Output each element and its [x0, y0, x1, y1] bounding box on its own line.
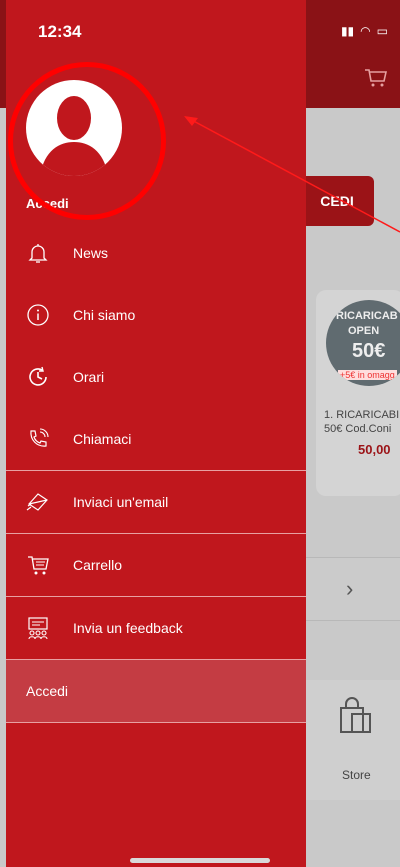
info-icon	[27, 304, 49, 326]
product-name: 1. RICARICABIL 50€ Cod.Coni	[324, 409, 400, 435]
menu-item-news[interactable]: News	[6, 222, 306, 284]
menu-item-chiamaci[interactable]: Chiamaci	[6, 408, 306, 470]
phone-icon	[30, 428, 49, 447]
promo-image: RICARICAB OPEN 50€ +5€ in omagg	[326, 300, 400, 386]
side-drawer: 12:34 Accedi News Chi siamo Orari Chiama…	[6, 0, 306, 867]
promo-amount: 50€	[352, 340, 386, 362]
menu-item-label: Chiamaci	[73, 431, 132, 447]
annotation-circle	[8, 62, 166, 220]
menu-item-label: Chi siamo	[73, 307, 136, 323]
menu-item-label: Inviaci un'email	[73, 494, 169, 510]
drawer-menu: News Chi siamo Orari Chiamaci Inviaci un…	[6, 222, 306, 723]
bg-list-row: ›	[306, 557, 400, 621]
cart-icon[interactable]	[364, 68, 388, 88]
menu-item-label: Orari	[73, 369, 105, 385]
cart-icon	[28, 556, 49, 575]
menu-item-label: News	[73, 245, 109, 261]
shopping-bag-icon	[340, 697, 371, 733]
status-time: 12:34	[38, 22, 82, 41]
store-label: Store	[342, 768, 371, 782]
wifi-icon: ◠	[360, 24, 371, 38]
menu-item-label: Accedi	[26, 683, 69, 699]
menu-item-orari[interactable]: Orari	[6, 346, 306, 408]
chevron-right-icon: ›	[346, 576, 354, 601]
signal-icon: ▮▮	[340, 24, 355, 38]
bg-product-card: RICARICAB OPEN 50€ +5€ in omagg 1. RICAR…	[316, 290, 400, 496]
menu-item-carrello[interactable]: Carrello	[6, 534, 306, 596]
menu-item-label: Invia un feedback	[73, 620, 183, 636]
feedback-icon	[28, 617, 48, 640]
menu-item-chi-siamo[interactable]: Chi siamo	[6, 284, 306, 346]
menu-item-feedback[interactable]: Invia un feedback	[6, 597, 306, 659]
menu-item-label: Carrello	[73, 557, 123, 573]
divider	[6, 722, 306, 723]
status-icons: ▮▮ ◠ ▭	[341, 24, 388, 38]
promo-badge: +5€ in omagg	[338, 370, 397, 380]
promo-line1: RICARICAB	[336, 310, 398, 322]
clock-icon	[29, 366, 47, 386]
bg-accedi-button: CEDI	[300, 176, 374, 226]
promo-line2: OPEN	[348, 325, 380, 337]
home-indicator[interactable]	[130, 858, 270, 863]
product-price: 50,00	[358, 442, 391, 457]
bell-icon	[28, 244, 48, 263]
email-icon	[26, 493, 48, 511]
battery-icon: ▭	[376, 24, 388, 38]
menu-item-email[interactable]: Inviaci un'email	[6, 471, 306, 533]
menu-item-accedi[interactable]: Accedi	[6, 660, 306, 722]
bg-tab-store: Store	[306, 680, 400, 800]
